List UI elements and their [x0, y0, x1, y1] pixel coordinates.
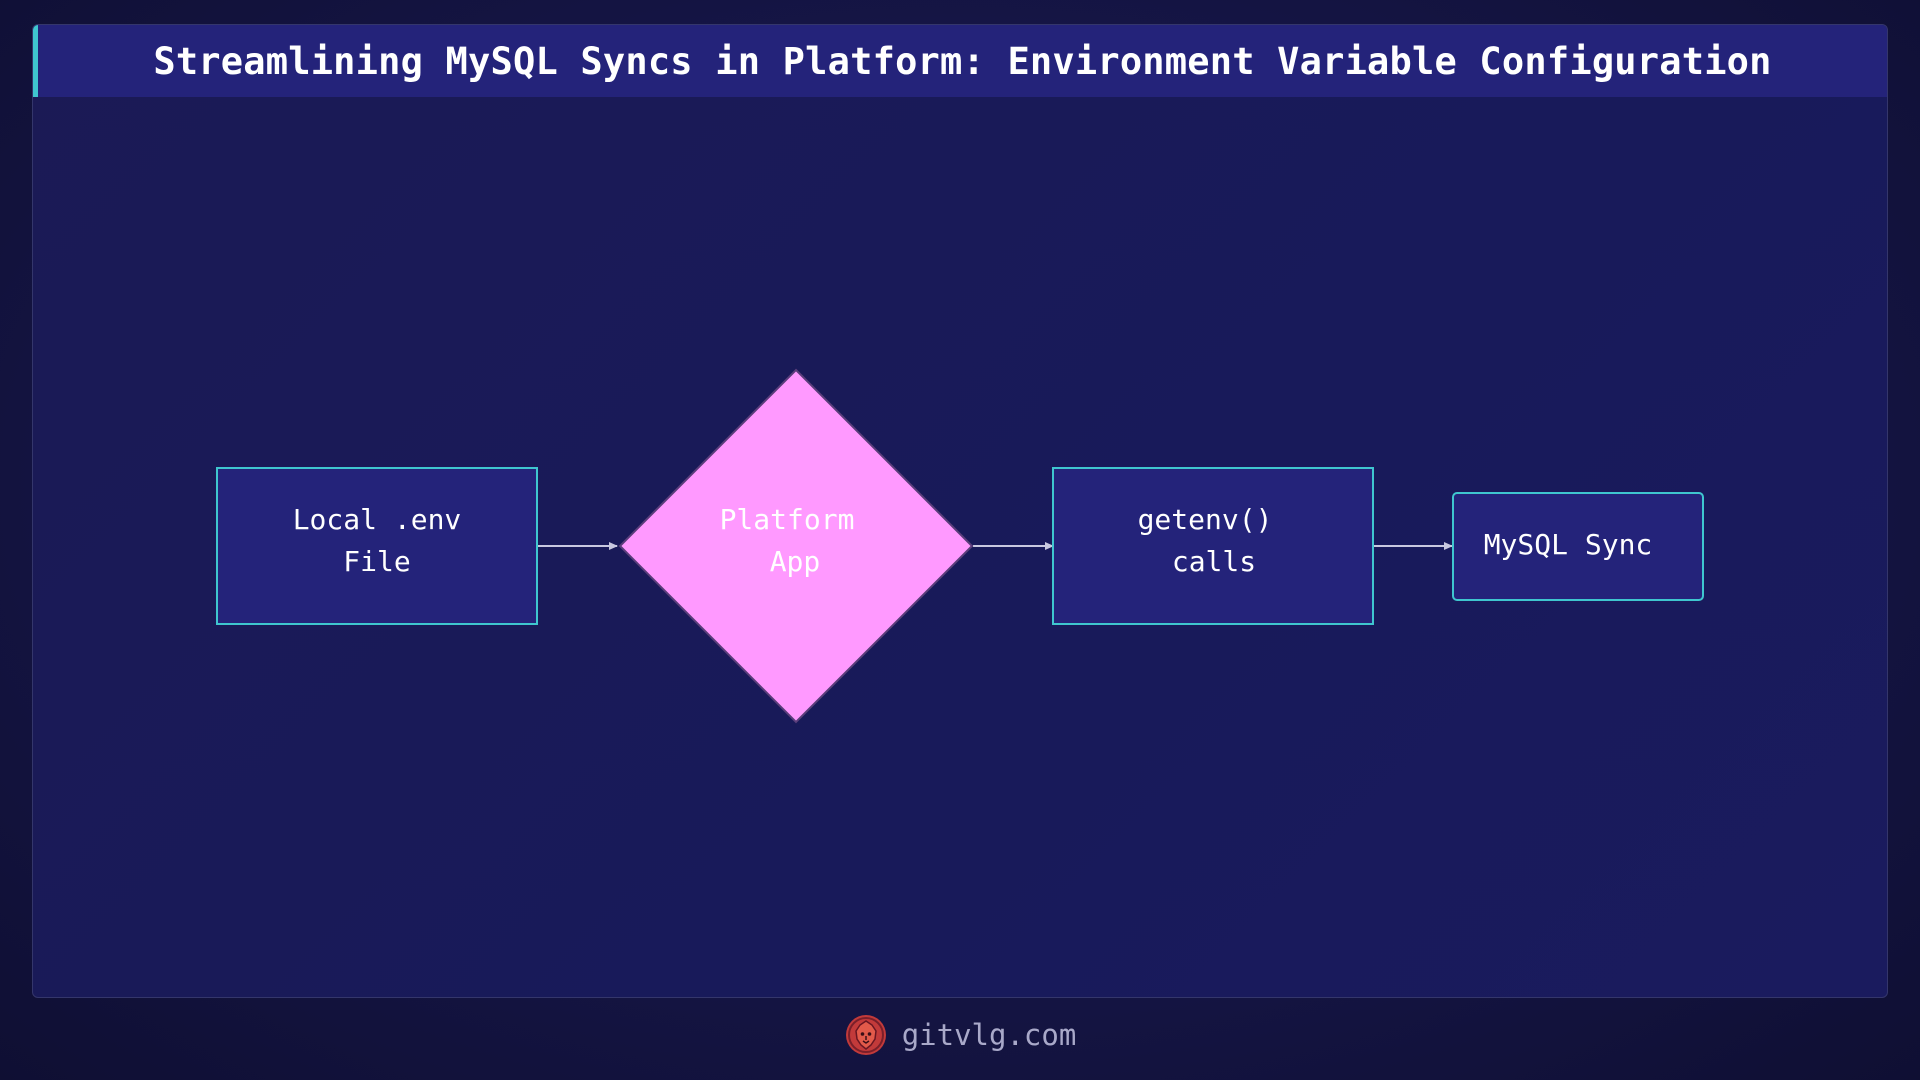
- lion-logo-icon: [845, 1015, 886, 1055]
- node-local-env[interactable]: Local .env File: [216, 467, 538, 625]
- footer-site-link[interactable]: gitvlg.com: [902, 1018, 1077, 1052]
- node-getenv-calls-label-line-1: getenv(): [1138, 503, 1273, 536]
- node-platform-app-label-line-2: App: [770, 545, 821, 578]
- node-mysql-sync-label: MySQL Sync: [1484, 528, 1653, 561]
- node-getenv-calls-label-line-2: calls: [1172, 545, 1256, 578]
- node-local-env-label-line-2: File: [343, 545, 410, 578]
- node-getenv-calls[interactable]: getenv() calls: [1052, 467, 1374, 625]
- node-local-env-label-line-1: Local .env: [293, 503, 462, 536]
- page-root: Streamlining MySQL Syncs in Platform: En…: [0, 0, 1920, 1080]
- node-mysql-sync[interactable]: MySQL Sync: [1452, 492, 1704, 601]
- footer: gitvlg.com: [0, 1010, 1920, 1060]
- node-platform-app-label-line-1: Platform: [720, 503, 855, 536]
- node-platform-app[interactable]: Platform App: [618, 368, 974, 724]
- flowchart: Local .env File Platform App getenv() ca…: [216, 368, 1704, 724]
